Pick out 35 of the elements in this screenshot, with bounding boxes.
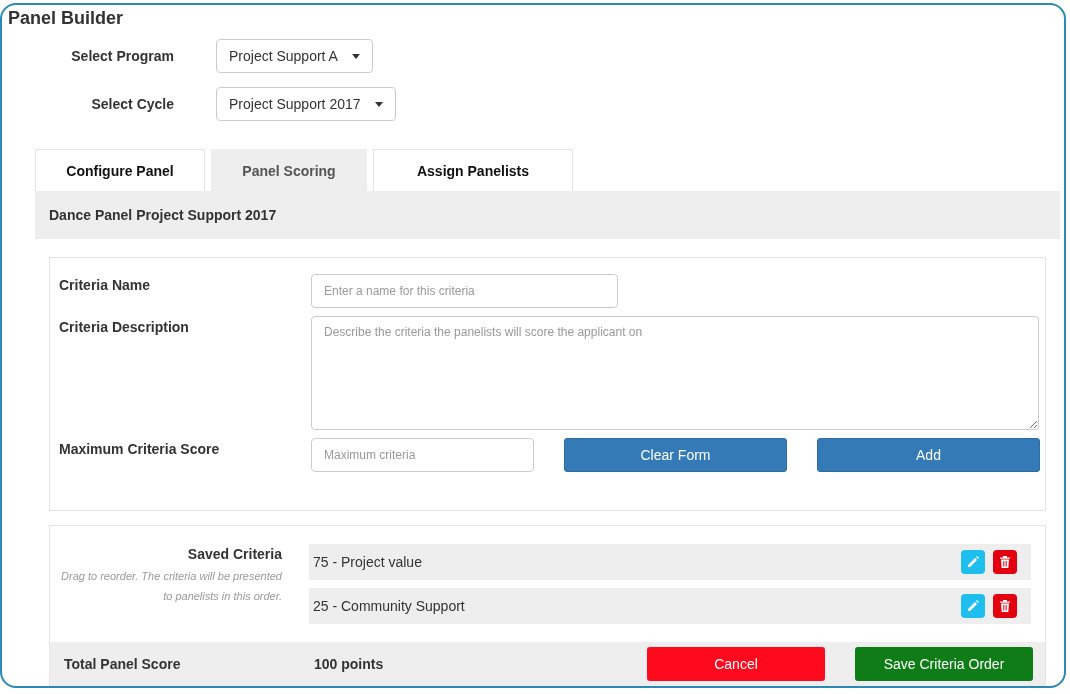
criteria-name-field[interactable]: Enter a name for this criteria xyxy=(311,274,618,308)
criteria-description-field[interactable]: Describe the criteria the panelists will score the applicant on xyxy=(311,316,1039,430)
pencil-icon xyxy=(966,599,980,613)
total-label: Total Panel Score xyxy=(64,656,182,672)
cancel-button[interactable]: Cancel xyxy=(647,647,825,681)
tab[interactable]: Panel Scoring xyxy=(211,149,367,191)
saved-criteria-label: Saved Criteria xyxy=(186,546,282,562)
clear-form-button[interactable]: Clear Form xyxy=(564,438,787,472)
select-label: Select Cycle xyxy=(90,96,174,112)
add-button[interactable]: Add xyxy=(817,438,1040,472)
maximum-score-field[interactable]: Maximum criteria xyxy=(311,438,534,472)
caret-icon xyxy=(351,53,360,59)
dropdown[interactable]: Project Support 2017 xyxy=(216,87,396,121)
total-value: 100 points xyxy=(314,656,385,672)
page-title: Panel Builder xyxy=(8,7,125,29)
trash-icon xyxy=(998,555,1012,569)
field-label: Criteria Name xyxy=(59,276,152,293)
delete-button[interactable] xyxy=(993,594,1017,618)
select-label: Select Program xyxy=(70,48,174,64)
criteria-text: 25 - Community Support xyxy=(313,598,466,614)
field-label: Maximum Criteria Score xyxy=(59,440,221,457)
dropdown[interactable]: Project Support A xyxy=(216,39,373,73)
save-order-button[interactable]: Save Criteria Order xyxy=(855,647,1033,681)
trash-icon xyxy=(998,599,1012,613)
pencil-icon xyxy=(966,555,980,569)
criteria-text: 75 - Project value xyxy=(313,554,423,570)
tab[interactable]: Configure Panel xyxy=(35,149,205,191)
field-label: Criteria Description xyxy=(59,318,190,335)
reorder-hint: Drag to reorder. The criteria will be presented to panelists in this order. xyxy=(60,569,282,604)
criteria-item[interactable]: 25 - Community Support xyxy=(309,588,1031,624)
panel-heading: Dance Panel Project Support 2017 xyxy=(35,191,1060,239)
criteria-item[interactable]: 75 - Project value xyxy=(309,544,1031,580)
caret-icon xyxy=(374,101,383,107)
delete-button[interactable] xyxy=(993,550,1017,574)
tab[interactable]: Assign Panelists xyxy=(373,149,573,191)
